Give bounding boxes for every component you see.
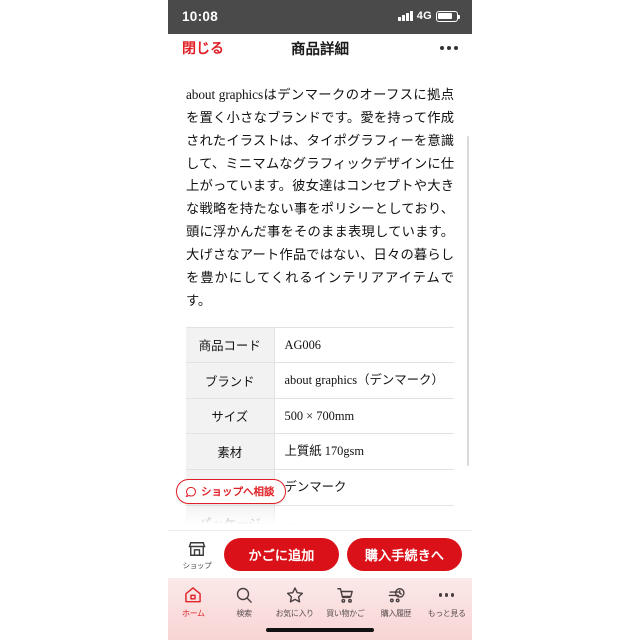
home-icon xyxy=(183,585,203,605)
phone-screen: 10:08 4G 閉じる 商品詳細 about graphicsはデンマークのオ… xyxy=(168,0,472,640)
product-description: about graphicsはデンマークのオーフスに拠点を置く小さなブランドです… xyxy=(186,87,454,308)
search-icon xyxy=(234,585,254,605)
tab-label: お気に入り xyxy=(275,609,314,618)
spec-label-cell: パッケージ xyxy=(186,505,275,530)
home-indicator xyxy=(266,628,374,632)
spec-value-cell: AG006 xyxy=(284,337,321,352)
consult-shop-label: ショップへ相談 xyxy=(201,486,275,498)
spec-value-cell: 500 × 700mm xyxy=(284,408,355,423)
table-row: ブランド about graphics（デンマーク） xyxy=(186,362,454,399)
table-row: サイズ 500 × 700mm xyxy=(186,398,454,434)
tab-label: 検索 xyxy=(236,609,252,618)
tab-label: ホーム xyxy=(182,609,205,618)
table-row: 素材 上質紙 170gsm xyxy=(186,433,454,470)
content-scrollbar[interactable] xyxy=(466,136,469,466)
tab-search[interactable]: 検索 xyxy=(220,585,268,619)
spec-label-cell: 商品コード xyxy=(186,327,275,363)
spec-value-cell: — xyxy=(284,515,297,530)
table-row: パッケージ — xyxy=(186,505,454,530)
tab-cart[interactable]: 買い物かご xyxy=(321,585,369,619)
spec-label-cell: 素材 xyxy=(186,433,275,470)
signal-bars-icon xyxy=(398,11,413,21)
tab-label: 買い物かご xyxy=(326,609,365,618)
storefront-icon xyxy=(188,541,206,556)
add-to-cart-button[interactable]: かごに追加 xyxy=(224,538,339,571)
spec-value-cell: 上質紙 170gsm xyxy=(284,444,365,459)
action-bar: ショップ かごに追加 購入手続きへ xyxy=(168,530,472,578)
history-icon xyxy=(386,585,406,605)
tab-history[interactable]: 購入履歴 xyxy=(372,585,420,619)
spec-label-cell: ブランド xyxy=(186,362,275,399)
more-horizontal-icon xyxy=(438,585,455,605)
star-icon xyxy=(285,585,305,605)
table-row: 商品コード AG006 xyxy=(186,327,454,363)
more-horizontal-icon[interactable] xyxy=(440,46,458,50)
tab-home[interactable]: ホーム xyxy=(169,585,217,619)
spec-value-cell: about graphics（デンマーク） xyxy=(284,373,444,388)
network-type-label: 4G xyxy=(416,10,432,22)
detail-sheet: 閉じる 商品詳細 about graphicsはデンマークのオーフスに拠点を置く… xyxy=(168,30,472,640)
shop-entry-label: ショップ xyxy=(182,560,212,570)
cart-icon xyxy=(335,585,355,605)
sheet-header: 閉じる 商品詳細 xyxy=(168,30,472,66)
spec-value-cell: デンマーク xyxy=(284,480,347,495)
tab-label: 購入履歴 xyxy=(380,609,412,618)
status-bar-indicators: 4G xyxy=(398,10,461,22)
tab-more-horizontal[interactable]: もっと見る xyxy=(423,585,471,619)
status-bar: 10:08 4G xyxy=(168,0,472,34)
spec-label-cell: サイズ xyxy=(186,398,275,434)
close-button[interactable]: 閉じる xyxy=(182,38,224,58)
tab-label: もっと見る xyxy=(427,609,466,618)
checkout-button[interactable]: 購入手続きへ xyxy=(347,538,462,571)
shop-entry-button[interactable]: ショップ xyxy=(178,539,216,571)
battery-icon xyxy=(436,10,461,22)
tab-star[interactable]: お気に入り xyxy=(271,585,319,619)
product-detail-content[interactable]: about graphicsはデンマークのオーフスに拠点を置く小さなブランドです… xyxy=(168,66,472,530)
chat-bubble-icon xyxy=(185,486,197,497)
status-bar-clock: 10:08 xyxy=(182,8,219,24)
consult-shop-button[interactable]: ショップへ相談 xyxy=(176,479,286,504)
